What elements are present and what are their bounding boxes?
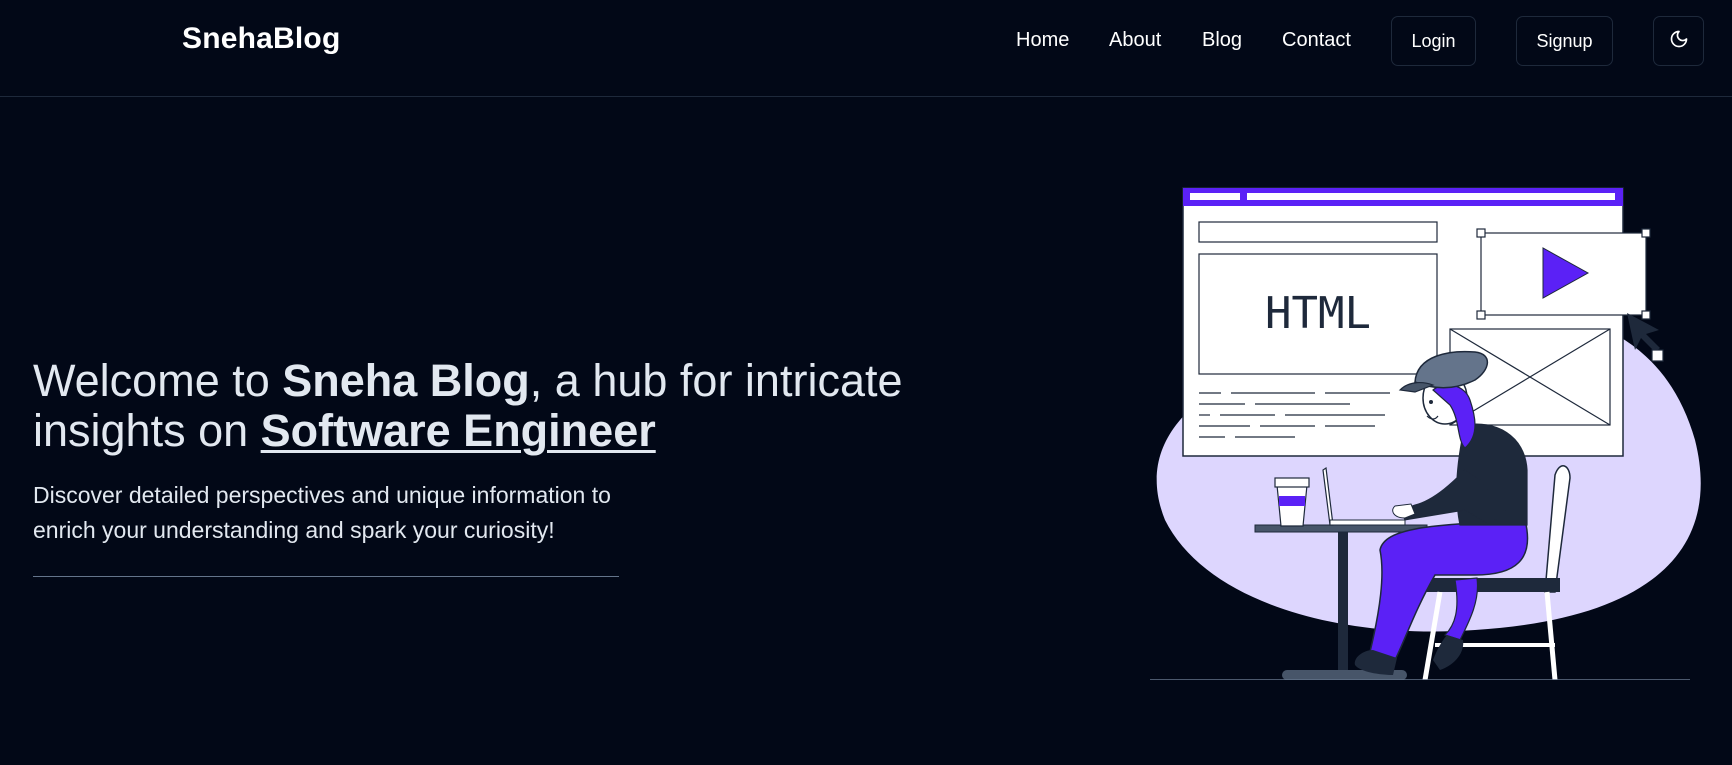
theme-toggle-button[interactable] xyxy=(1653,16,1704,66)
html-label: HTML xyxy=(1265,288,1371,339)
signup-button[interactable]: Signup xyxy=(1516,16,1613,66)
hero-divider xyxy=(33,576,619,577)
top-navbar: SnehaBlog Home About Blog Contact Login … xyxy=(0,0,1732,97)
nav-about-link[interactable]: About xyxy=(1109,29,1161,52)
nav-blog-link[interactable]: Blog xyxy=(1202,29,1242,52)
nav-contact-link[interactable]: Contact xyxy=(1282,29,1351,52)
moon-icon xyxy=(1669,29,1689,54)
nav-links: Home About Blog Contact Login Signup xyxy=(0,0,1732,82)
headline-blog-name: Sneha Blog xyxy=(282,355,530,406)
headline-text-start: Welcome to xyxy=(33,355,283,406)
nav-home-link[interactable]: Home xyxy=(1016,29,1069,52)
hero-section: Welcome to Sneha Blog, a hub for intrica… xyxy=(0,98,1732,765)
headline-topic-link[interactable]: Software Engineer xyxy=(261,405,656,456)
login-button[interactable]: Login xyxy=(1391,16,1476,66)
hero-illustration: HTML xyxy=(1115,180,1705,681)
hero-subtext: Discover detailed perspectives and uniqu… xyxy=(33,482,611,543)
hero-headline: Welcome to Sneha Blog, a hub for intrica… xyxy=(33,356,933,456)
